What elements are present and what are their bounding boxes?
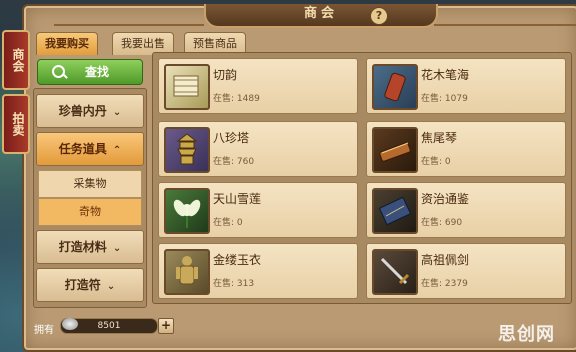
side-tab-paimai[interactable]: 拍卖 [2, 94, 30, 154]
side-tab-shanghui[interactable]: 商会 [2, 30, 30, 90]
own-label: 拥有 [34, 325, 54, 336]
sword-icon [372, 249, 418, 295]
chevron-down-icon: ⌄ [106, 281, 116, 292]
item-stock: 在售: 690 [421, 218, 463, 228]
brush-pot-icon [372, 64, 418, 110]
pagoda-icon [164, 127, 210, 173]
category-label: 打造材料 [58, 240, 107, 254]
goods-item[interactable]: 天山雪莲 在售: 0 [158, 182, 358, 238]
tab-buy[interactable]: 我要购买 [36, 32, 98, 55]
search-label: 查找 [84, 65, 109, 79]
category-quest-items[interactable]: 任务道具 ⌃ [36, 132, 144, 166]
chevron-down-icon: ⌄ [112, 107, 122, 118]
item-name: 焦尾琴 [421, 131, 458, 145]
item-stock: 在售: 1079 [421, 94, 468, 104]
goods-item[interactable]: 八珍塔 在售: 760 [158, 121, 358, 177]
subcategory-gathered[interactable]: 采集物 [38, 170, 142, 198]
zither-icon [372, 127, 418, 173]
goods-item[interactable]: 高祖佩剑 在售: 2379 [366, 243, 566, 299]
item-stock: 在售: 1489 [213, 94, 260, 104]
goods-item[interactable]: 焦尾琴 在售: 0 [366, 121, 566, 177]
category-label: 打造符 [64, 278, 101, 292]
goods-item[interactable]: 切韵 在售: 1489 [158, 58, 358, 114]
category-label: 任务道具 [58, 142, 107, 156]
add-silver-button[interactable]: + [158, 318, 174, 334]
item-name: 八珍塔 [213, 131, 250, 145]
goods-item[interactable]: 花木笔海 在售: 1079 [366, 58, 566, 114]
item-name: 高祖佩剑 [421, 253, 470, 267]
category-forging-materials[interactable]: 打造材料 ⌄ [36, 230, 144, 264]
search-button[interactable]: 查找 [37, 59, 143, 85]
search-icon [52, 65, 65, 78]
book-scroll-icon [164, 64, 210, 110]
snow-lotus-icon [164, 188, 210, 234]
category-forging-talismans[interactable]: 打造符 ⌄ [36, 268, 144, 302]
item-stock: 在售: 0 [421, 157, 451, 167]
ancient-book-icon [372, 188, 418, 234]
category-beast-core[interactable]: 珍兽内丹 ⌄ [36, 94, 144, 128]
silver-coin-icon [62, 318, 78, 330]
subcategory-curios[interactable]: 奇物 [38, 198, 142, 226]
title-decoration-left [54, 6, 204, 26]
goods-item[interactable]: 资治通鉴 在售: 690 [366, 182, 566, 238]
title-decoration-right [434, 6, 576, 26]
window-title: 商会 [204, 4, 438, 28]
chevron-up-icon: ⌃ [112, 145, 122, 156]
item-name: 天山雪莲 [213, 192, 262, 206]
item-name: 切韵 [213, 68, 238, 82]
item-stock: 在售: 0 [213, 218, 243, 228]
item-stock: 在售: 760 [213, 157, 255, 167]
item-name: 花木笔海 [421, 68, 470, 82]
item-name: 金缕玉衣 [213, 253, 262, 267]
category-label: 珍兽内丹 [58, 104, 107, 118]
chevron-down-icon: ⌄ [112, 243, 122, 254]
item-stock: 在售: 2379 [421, 279, 468, 289]
help-icon[interactable]: ? [370, 7, 388, 25]
watermark: 思创网 [498, 324, 555, 345]
goods-item[interactable]: 金缕玉衣 在售: 313 [158, 243, 358, 299]
item-stock: 在售: 313 [213, 279, 255, 289]
jade-suit-icon [164, 249, 210, 295]
item-name: 资治通鉴 [421, 192, 470, 206]
